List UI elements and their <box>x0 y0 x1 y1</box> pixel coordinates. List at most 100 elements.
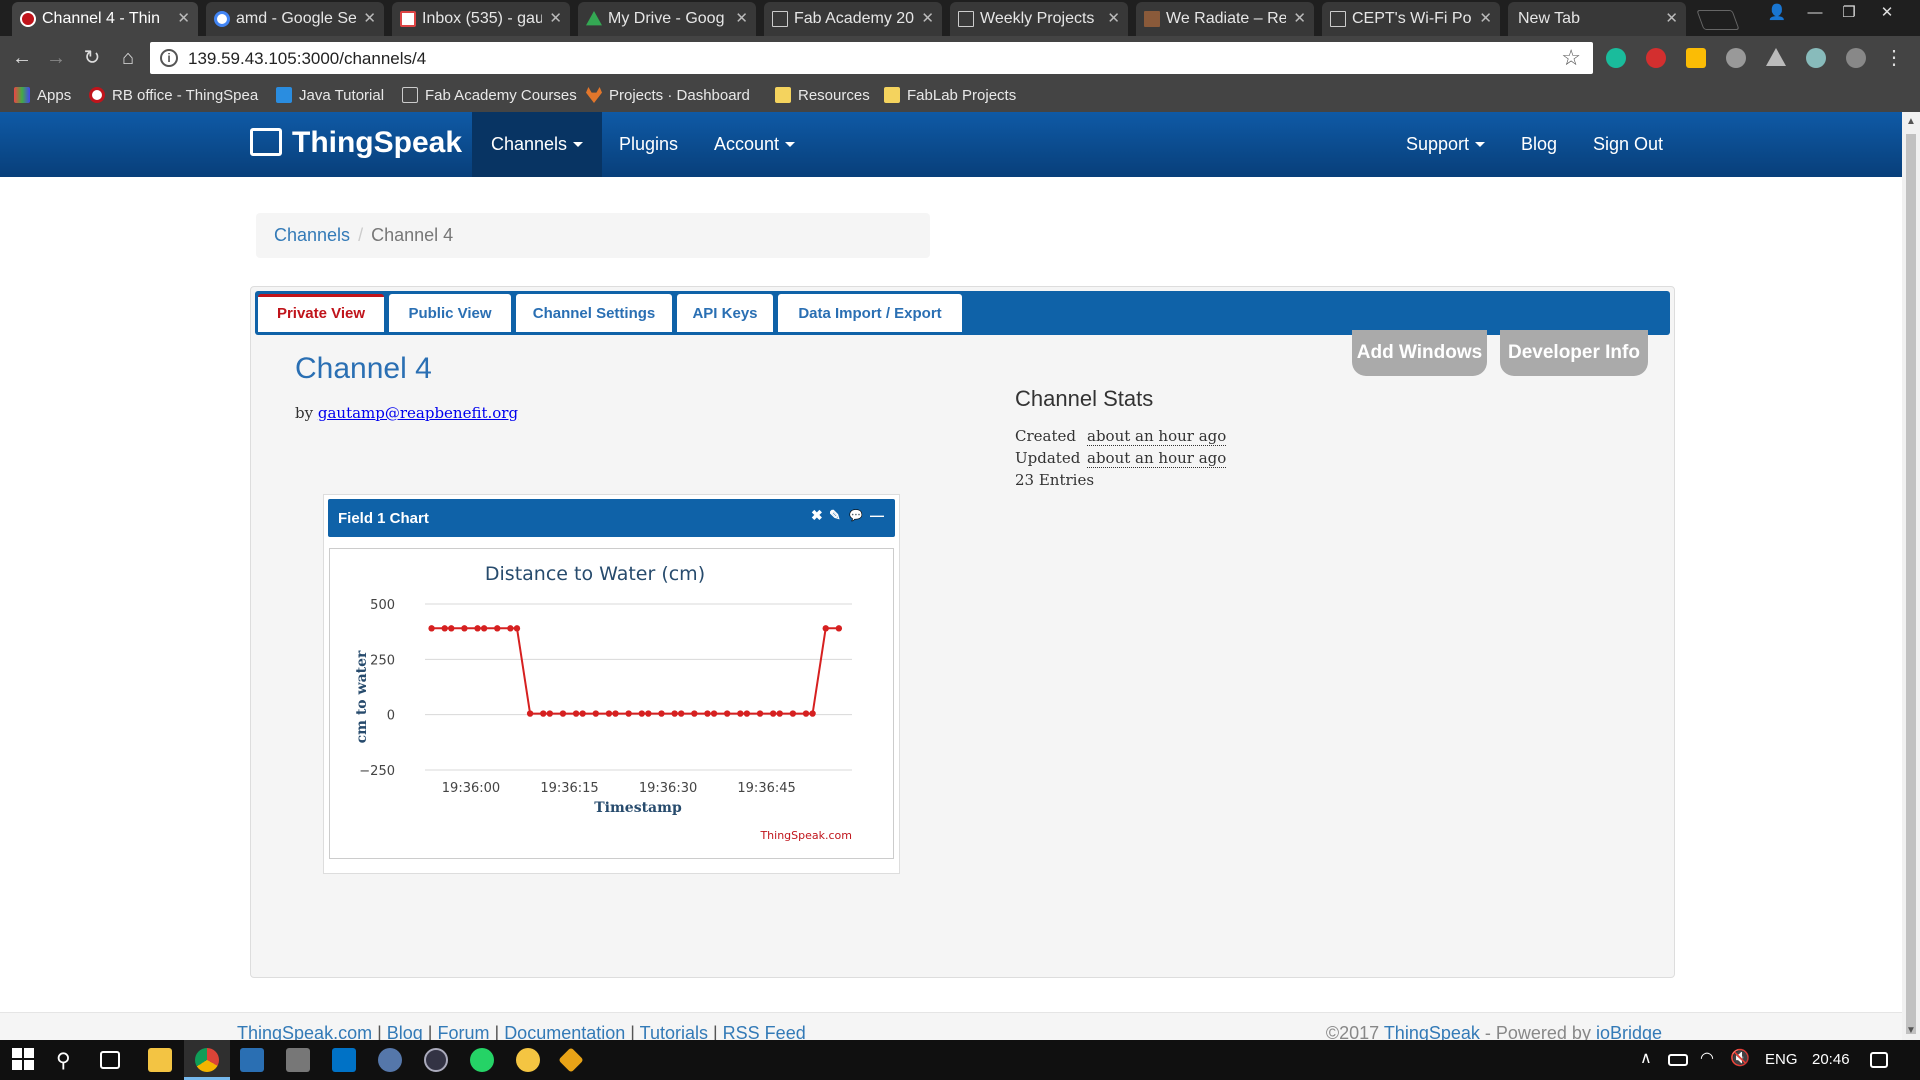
footer-link-rss-feed[interactable]: RSS Feed <box>723 1023 806 1040</box>
nav-blog[interactable]: Blog <box>1502 112 1576 177</box>
bookmark-java-tutorial[interactable]: Java Tutorial <box>276 87 384 104</box>
tab-close-icon[interactable]: ✕ <box>921 9 934 27</box>
close-icon[interactable]: ✖ <box>811 507 823 524</box>
task-view-icon[interactable] <box>100 1051 120 1069</box>
nav-sign-out[interactable]: Sign Out <box>1574 112 1682 177</box>
outlook-icon[interactable] <box>332 1048 356 1072</box>
new-tab-button[interactable] <box>1696 10 1740 30</box>
browser-tab-fab-academy[interactable]: Fab Academy 20 ✕ <box>764 2 942 36</box>
app-blue-icon[interactable] <box>240 1048 264 1072</box>
breadcrumb-channels-link[interactable]: Channels <box>274 225 350 245</box>
minimize-window-icon[interactable]: — <box>1800 2 1830 24</box>
page-scrollbar[interactable]: ▲ ▼ <box>1902 112 1920 1040</box>
profile-icon[interactable]: 👤 <box>1762 2 1792 24</box>
bookmark-resources[interactable]: Resources <box>775 87 870 104</box>
whatsapp-icon[interactable] <box>470 1048 494 1072</box>
nav-support[interactable]: Support <box>1387 112 1504 177</box>
owner-email-link[interactable]: gautamp@reapbenefit.org <box>318 404 518 422</box>
app-globe-icon[interactable] <box>378 1048 402 1072</box>
extension-red-icon[interactable] <box>1646 48 1666 68</box>
app-diamond-icon[interactable] <box>558 1047 584 1073</box>
extension-gear-icon[interactable] <box>1846 48 1866 68</box>
bookmark-apps[interactable]: Apps <box>14 87 71 104</box>
developer-info-button[interactable]: Developer Info <box>1500 330 1648 376</box>
file-explorer-icon[interactable] <box>148 1048 172 1072</box>
tray-clock[interactable]: 20:46 <box>1812 1051 1850 1068</box>
extension-m-icon[interactable] <box>1606 48 1626 68</box>
battery-icon[interactable] <box>1668 1054 1688 1066</box>
scrollbar-thumb[interactable] <box>1906 134 1916 1034</box>
tab-close-icon[interactable]: ✕ <box>735 9 748 27</box>
add-windows-button[interactable]: Add Windows <box>1352 330 1487 376</box>
address-url[interactable]: 139.59.43.105:3000/channels/4 <box>188 49 426 69</box>
tab-public-view[interactable]: Public View <box>389 294 511 332</box>
close-window-icon[interactable]: ✕ <box>1872 2 1902 24</box>
browser-tab-we-radiate[interactable]: We Radiate – Re ✕ <box>1136 2 1314 36</box>
tab-close-icon[interactable]: ✕ <box>177 9 190 27</box>
app-face-icon[interactable] <box>516 1048 540 1072</box>
tray-chevron-up-icon[interactable]: ∧ <box>1640 1048 1664 1072</box>
nav-account[interactable]: Account <box>695 112 814 177</box>
app-gray-icon[interactable] <box>286 1048 310 1072</box>
action-center-icon[interactable] <box>1870 1052 1888 1068</box>
browser-tab-gmail[interactable]: Inbox (535) - gau ✕ <box>392 2 570 36</box>
bookmark-star-icon[interactable]: ☆ <box>1561 45 1581 71</box>
chrome-icon[interactable] <box>195 1048 219 1072</box>
site-info-icon[interactable]: i <box>160 49 178 67</box>
tab-channel-settings[interactable]: Channel Settings <box>516 294 672 332</box>
scroll-up-icon[interactable]: ▲ <box>1906 116 1916 127</box>
forward-arrow-icon[interactable]: → <box>42 44 70 72</box>
volume-muted-icon[interactable]: 🔇 <box>1730 1048 1754 1072</box>
footer-link-documentation[interactable]: Documentation <box>504 1023 625 1040</box>
browser-tab-google[interactable]: amd - Google Se ✕ <box>206 2 384 36</box>
tab-close-icon[interactable]: ✕ <box>549 9 562 27</box>
footer-link-forum[interactable]: Forum <box>437 1023 489 1040</box>
wifi-icon[interactable]: ◠ <box>1700 1048 1724 1072</box>
tab-private-view[interactable]: Private View <box>258 294 384 332</box>
back-arrow-icon[interactable]: ← <box>8 44 36 72</box>
pencil-icon[interactable]: ✎ <box>829 507 841 524</box>
tab-close-icon[interactable]: ✕ <box>1665 9 1678 27</box>
footer-link-blog[interactable]: Blog <box>387 1023 423 1040</box>
browser-tab-weekly-projects[interactable]: Weekly Projects ✕ <box>950 2 1128 36</box>
footer-iobridge-link[interactable]: ioBridge <box>1596 1023 1662 1040</box>
tab-close-icon[interactable]: ✕ <box>1107 9 1120 27</box>
extension-eye-icon[interactable] <box>1806 48 1826 68</box>
bookmark-fab-academy-courses[interactable]: Fab Academy Courses <box>402 87 577 104</box>
browser-tab-drive[interactable]: My Drive - Goog ✕ <box>578 2 756 36</box>
browser-tab-new-tab[interactable]: New Tab ✕ <box>1508 2 1686 36</box>
browser-tab-cept-wifi[interactable]: CEPT's Wi-Fi Por ✕ <box>1322 2 1500 36</box>
tab-close-icon[interactable]: ✕ <box>1293 9 1306 27</box>
tab-close-icon[interactable]: ✕ <box>1479 9 1492 27</box>
bookmark-projects-dashboard[interactable]: Projects · Dashboard <box>586 87 750 104</box>
browser-tab-channel-4[interactable]: Channel 4 - Thin ✕ <box>12 2 198 36</box>
extension-drive-icon[interactable] <box>1766 48 1786 66</box>
reload-icon[interactable]: ↻ <box>78 44 106 72</box>
windows-start-icon[interactable] <box>12 1048 36 1072</box>
chrome-menu-icon[interactable]: ⋮ <box>1880 44 1908 72</box>
address-bar[interactable]: i 139.59.43.105:3000/channels/4 ☆ <box>150 42 1593 74</box>
search-icon[interactable]: ⚲ <box>56 1048 80 1072</box>
nav-channels[interactable]: Channels <box>472 112 603 177</box>
footer-link-tutorials[interactable]: Tutorials <box>640 1023 708 1040</box>
extension-colorful-icon[interactable] <box>1686 48 1706 68</box>
app-circle-icon[interactable] <box>424 1048 448 1072</box>
tab-api-keys[interactable]: API Keys <box>677 294 773 332</box>
thingspeak-logo[interactable]: ThingSpeak <box>250 126 462 160</box>
tab-title: Fab Academy 20 <box>794 10 914 27</box>
nav-plugins[interactable]: Plugins <box>600 112 697 177</box>
tray-language[interactable]: ENG <box>1765 1051 1798 1068</box>
scroll-down-icon[interactable]: ▼ <box>1906 1025 1916 1036</box>
bookmark-rb-office[interactable]: RB office - ThingSpea <box>89 87 258 104</box>
bookmark-fablab-projects[interactable]: FabLab Projects <box>884 87 1016 104</box>
minimize-icon[interactable]: — <box>870 507 884 523</box>
restore-window-icon[interactable]: ❐ <box>1834 2 1864 24</box>
tab-close-icon[interactable]: ✕ <box>363 9 376 27</box>
extension-gray-icon[interactable] <box>1726 48 1746 68</box>
footer-thingspeak-link[interactable]: ThingSpeak <box>1384 1023 1480 1040</box>
home-icon[interactable]: ⌂ <box>114 44 142 72</box>
comment-icon[interactable]: 💬 <box>849 509 863 522</box>
footer-link-thingspeak[interactable]: ThingSpeak.com <box>237 1023 372 1040</box>
tab-data-import-export[interactable]: Data Import / Export <box>778 294 962 332</box>
site-navbar: ThingSpeak Channels Plugins Account Supp… <box>0 112 1902 177</box>
